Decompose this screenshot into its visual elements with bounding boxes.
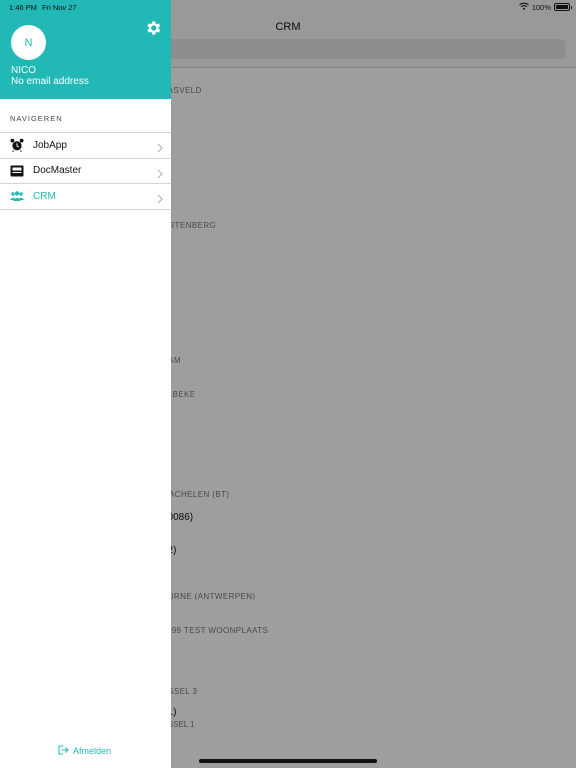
status-date: Fri Nov 27 — [42, 3, 77, 12]
logout-icon — [58, 745, 69, 757]
status-bar: 1:46 PM Fri Nov 27 100% — [0, 0, 576, 14]
nav-item-crm[interactable]: CRM — [0, 184, 171, 210]
avatar-initial: N — [24, 36, 33, 49]
chevron-right-icon — [156, 191, 164, 204]
document-tray-icon — [10, 164, 24, 178]
logout-button[interactable]: Afmelden — [58, 745, 111, 757]
gear-icon[interactable] — [144, 19, 162, 37]
nav-list: JobApp DocMaster CRM — [0, 132, 171, 210]
navigation-drawer: N NICO No email address NAVIGEREN JobApp — [0, 0, 171, 768]
drawer-header: N NICO No email address — [0, 0, 171, 99]
wifi-icon — [518, 2, 529, 12]
battery-level — [556, 5, 568, 9]
nav-item-label: DocMaster — [33, 165, 82, 177]
battery-percent: 100% — [531, 2, 551, 12]
status-time: 1:46 PM — [9, 3, 37, 12]
chevron-right-icon — [156, 140, 164, 153]
chevron-right-icon — [156, 166, 164, 179]
battery-icon — [554, 3, 572, 11]
nav-item-docmaster[interactable]: DocMaster — [0, 159, 171, 184]
user-email: No email address — [11, 76, 89, 87]
avatar[interactable]: N — [11, 25, 46, 60]
nav-item-jobapp[interactable]: JobApp — [0, 133, 171, 159]
nav-item-label: JobApp — [33, 139, 67, 151]
home-indicator[interactable] — [199, 759, 377, 763]
user-name: NICO — [11, 65, 36, 76]
people-group-icon — [10, 189, 24, 203]
nav-item-label: CRM — [33, 190, 56, 202]
logout-label: Afmelden — [73, 746, 112, 756]
nav-heading: NAVIGEREN — [10, 114, 63, 123]
status-indicators: 100% — [518, 2, 572, 12]
alarm-clock-icon — [10, 138, 24, 153]
